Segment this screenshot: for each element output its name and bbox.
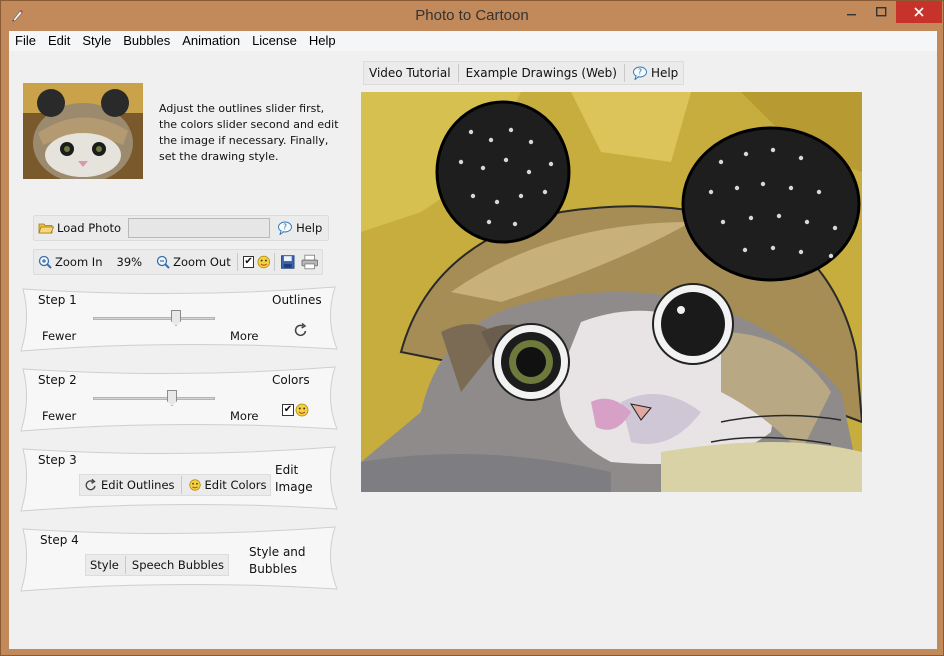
face-icon [188,479,201,491]
step1-panel: Step 1 Outlines Fewer More [19,285,339,353]
face-icon[interactable] [256,254,272,270]
photo-path-field[interactable] [128,218,271,238]
step1-max-label: More [230,329,259,343]
speech-bubbles-label: Speech Bubbles [131,558,224,572]
outlines-icon [85,478,96,491]
menu-bar: File Edit Style Bubbles Animation Licens… [9,31,937,51]
step2-label: Step 2 [38,373,77,387]
step3-label: Step 3 [38,453,77,467]
instructions-text: Adjust the outlines slider first, the co… [159,102,339,163]
face-icon[interactable] [294,402,310,418]
zoom-in-button[interactable]: Zoom In [34,250,107,274]
help-bubble-icon: ? [632,66,647,80]
step4-title-line1: Style and [249,545,306,559]
step4-label: Step 4 [40,533,79,547]
zoom-out-label: Zoom Out [173,255,231,269]
toolbar-separator [124,556,126,574]
menu-edit[interactable]: Edit [42,31,76,51]
style-toolbar: Style Speech Bubbles [85,554,229,576]
preview-checkbox[interactable]: ✔ [242,256,255,268]
video-tutorial-label: Video Tutorial [369,66,451,80]
style-label: Style [90,558,119,572]
toolbar-separator [180,476,182,494]
close-button[interactable] [896,1,942,23]
window-title: Photo to Cartoon [415,7,529,24]
slider-thumb[interactable] [167,390,177,406]
save-icon[interactable] [280,254,296,270]
step4-title-line2: Bubbles [249,562,298,576]
step3-panel: Step 3 Edit Outlines Edit Colors Edit Im… [19,445,339,513]
maximize-icon [875,7,886,17]
title-bar: Photo to Cartoon [1,1,943,31]
step4-panel: Step 4 Style Speech Bubbles Style and Bu… [19,525,339,593]
slider-track [93,317,215,320]
menu-style[interactable]: Style [76,31,117,51]
edit-outlines-button[interactable]: Edit Outlines [80,473,179,497]
print-icon[interactable] [301,254,319,270]
help-bubble-icon: ? [278,221,293,235]
load-photo-button[interactable]: Load Photo [34,216,125,240]
step3-title-line2: Image [275,480,313,494]
edit-outlines-label: Edit Outlines [101,478,175,492]
client-area: File Edit Style Bubbles Animation Licens… [9,31,937,649]
svg-text:?: ? [638,68,642,77]
help-label: Help [296,221,323,235]
menu-animation[interactable]: Animation [176,31,246,51]
reset-outlines-icon[interactable] [293,322,309,338]
step1-label: Step 1 [38,293,77,307]
menu-license[interactable]: License [246,31,303,51]
folder-icon [38,223,54,234]
edit-colors-button[interactable]: Edit Colors [184,473,271,497]
help-right-label: Help [650,66,679,80]
zoom-toolbar: Zoom In 39% Zoom Out ✔ [33,249,323,275]
example-drawings-label: Example Drawings (Web) [465,66,617,80]
maximize-button[interactable] [867,1,895,23]
step2-panel: Step 2 Colors Fewer More ✔ [19,365,339,433]
zoom-percentage: 39% [116,255,143,269]
colors-checkbox[interactable]: ✔ [282,404,294,416]
toolbar-separator [273,253,275,271]
load-photo-label: Load Photo [57,221,122,235]
menu-file[interactable]: File [9,31,42,51]
slider-thumb[interactable] [171,310,181,326]
cartoon-preview-canvas [361,92,862,492]
help-button[interactable]: ? Help [273,216,326,240]
step1-min-label: Fewer [42,329,77,343]
load-photo-toolbar: Load Photo ? Help [33,215,329,241]
step3-title-line1: Edit [275,463,299,477]
colors-slider[interactable] [93,388,215,408]
step2-title: Colors [272,373,310,387]
zoom-in-icon [38,255,52,269]
outlines-slider[interactable] [93,308,215,328]
step2-min-label: Fewer [42,409,77,423]
slider-track [93,397,215,400]
app-window: Photo to Cartoon File Edit Style Bubbles… [0,0,944,656]
edit-toolbar: Edit Outlines Edit Colors [79,473,272,497]
source-photo-thumbnail [23,83,143,179]
step2-max-label: More [230,409,259,423]
minimize-button[interactable] [837,1,867,23]
example-drawings-button[interactable]: Example Drawings (Web) [461,62,622,84]
toolbar-separator [623,64,625,82]
menu-bubbles[interactable]: Bubbles [117,31,176,51]
zoom-out-icon [156,255,170,269]
edit-colors-label: Edit Colors [204,478,267,492]
menu-help[interactable]: Help [303,31,342,51]
minimize-icon [847,14,856,16]
svg-text:?: ? [283,223,287,232]
help-right-button[interactable]: ? Help [627,62,683,84]
top-right-toolbar: Video Tutorial Example Drawings (Web) ? … [363,61,685,85]
zoom-out-button[interactable]: Zoom Out [152,250,235,274]
style-button[interactable]: Style [86,553,123,577]
speech-bubbles-button[interactable]: Speech Bubbles [128,553,228,577]
zoom-in-label: Zoom In [55,255,103,269]
toolbar-separator [236,253,238,271]
close-icon [914,7,924,17]
step1-title: Outlines [272,293,322,307]
toolbar-separator [457,64,459,82]
video-tutorial-button[interactable]: Video Tutorial [364,62,456,84]
